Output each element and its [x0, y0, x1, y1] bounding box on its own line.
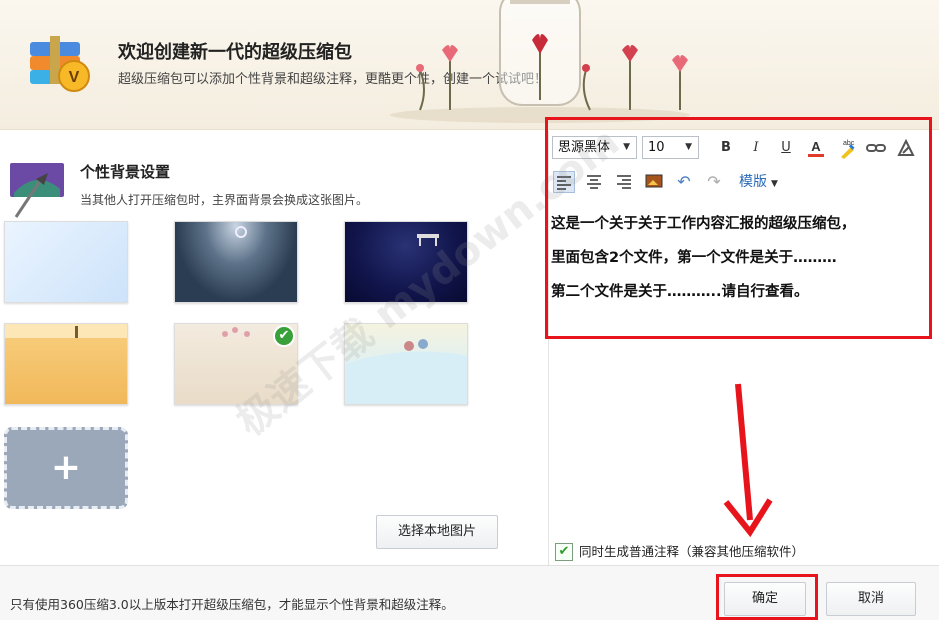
redo-icon[interactable]: ↷ — [703, 171, 725, 193]
undo-icon[interactable]: ↶ — [673, 171, 695, 193]
section-description: 当其他人打开压缩包时，主界面背景会换成这张图片。 — [80, 193, 369, 207]
add-background-button[interactable]: + — [4, 427, 128, 509]
header-title: 欢迎创建新一代的超级压缩包 — [118, 42, 352, 63]
editor-line: 里面包含2个文件，第一个文件是关于……… — [551, 250, 837, 266]
cancel-button[interactable]: 取消 — [826, 582, 916, 616]
ring-icon — [235, 226, 247, 238]
align-right-icon[interactable] — [613, 171, 635, 193]
template-dropdown[interactable]: 模版 ▼ — [739, 171, 778, 193]
footer-notice: 只有使用360压缩3.0以上版本打开超级压缩包，才能显示个性背景和超级注释。 — [10, 597, 454, 612]
background-thumb-orange[interactable] — [4, 323, 128, 405]
align-left-icon[interactable] — [553, 171, 575, 193]
font-family-select[interactable]: 思源黑体 ▼ — [552, 136, 637, 159]
svg-text:abc: abc — [843, 140, 855, 147]
selected-check-icon: ✔ — [273, 325, 295, 347]
svg-text:V: V — [69, 69, 80, 86]
font-color-icon[interactable]: A — [805, 137, 827, 159]
ok-button[interactable]: 确定 — [724, 582, 806, 616]
background-settings-panel: 个性背景设置 当其他人打开压缩包时，主界面背景会换成这张图片。 + ✔ 选择本地… — [0, 131, 548, 565]
italic-icon[interactable]: I — [745, 137, 767, 159]
font-size-select[interactable]: 10 ▼ — [642, 136, 699, 159]
couple-icon — [345, 339, 467, 404]
header-banner: V 欢迎创建新一代的超级压缩包 超级压缩包可以添加个性背景和超级注释，更酷更个性… — [0, 0, 939, 130]
paint-canvas-icon — [10, 163, 64, 218]
section-title: 个性背景设置 — [80, 163, 171, 181]
editor-line: 这是一个关于关于工作内容汇报的超级压缩包， — [551, 216, 856, 232]
super-note-panel: 思源黑体 ▼ 10 ▼ B I U A abc ↶ ↷ 模版 ▼ 这是一个关于关… — [548, 131, 939, 565]
note-editor[interactable]: 这是一个关于关于工作内容汇报的超级压缩包， 里面包含2个文件，第一个文件是关于…… — [551, 207, 935, 309]
chevron-down-icon: ▼ — [771, 179, 778, 189]
normal-note-label: 同时生成普通注释（兼容其他压缩软件） — [579, 544, 805, 559]
template-label: 模版 — [739, 174, 767, 190]
insert-image-icon[interactable] — [643, 171, 665, 193]
chevron-down-icon: ▼ — [685, 142, 692, 152]
paragraph-toolbar: ↶ ↷ 模版 ▼ — [549, 167, 939, 197]
background-thumb-night[interactable] — [344, 221, 468, 303]
normal-note-checkbox[interactable]: ✔ — [555, 543, 573, 561]
background-thumb-blue[interactable] — [4, 221, 128, 303]
footer-bar: 只有使用360压缩3.0以上版本打开超级压缩包，才能显示个性背景和超级注释。 确… — [0, 565, 939, 620]
zip-archive-icon: V — [30, 36, 90, 92]
font-family-value: 思源黑体 — [558, 140, 611, 155]
link-icon[interactable] — [865, 137, 887, 159]
bench-icon — [417, 234, 439, 246]
format-toolbar: 思源黑体 ▼ 10 ▼ B I U A abc — [549, 131, 939, 163]
background-thumb-ring[interactable] — [174, 221, 298, 303]
font-size-value: 10 — [648, 140, 665, 155]
align-center-icon[interactable] — [583, 171, 605, 193]
highlight-icon[interactable]: abc — [835, 137, 857, 159]
chevron-down-icon: ▼ — [623, 142, 630, 152]
svg-text:A: A — [811, 139, 821, 154]
clear-format-icon[interactable] — [895, 137, 917, 159]
background-thumb-couple[interactable] — [344, 323, 468, 405]
select-local-image-button[interactable]: 选择本地图片 — [376, 515, 498, 549]
plus-icon: + — [50, 447, 82, 488]
underline-icon[interactable]: U — [775, 137, 797, 159]
tree-icon — [5, 324, 127, 338]
editor-line: 第二个文件是关于………..请自行查看。 — [551, 284, 809, 300]
flower-jar-decoration — [390, 0, 690, 123]
bold-icon[interactable]: B — [715, 137, 737, 159]
